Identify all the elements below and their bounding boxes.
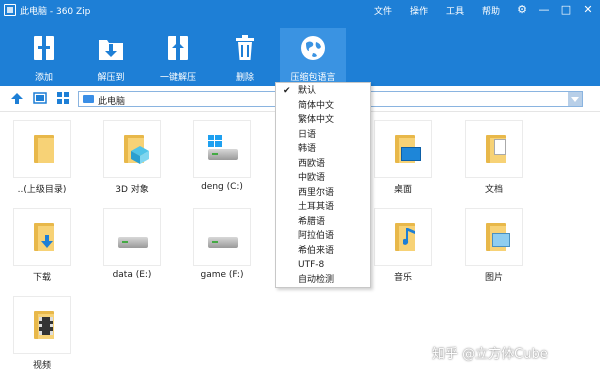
file-item[interactable]: deng (C:) xyxy=(192,120,252,192)
up-arrow-icon[interactable] xyxy=(10,91,24,105)
add-label: 添加 xyxy=(34,73,53,83)
add-button[interactable]: 添加 xyxy=(12,30,76,84)
file-item[interactable]: data (E:) xyxy=(102,208,162,280)
file-name: 视频 xyxy=(32,361,51,371)
folder-icon xyxy=(34,135,54,163)
app-icon xyxy=(4,4,16,16)
menu-item-turkish[interactable]: 土耳其语 xyxy=(276,200,370,214)
address-path: 此电脑 xyxy=(98,97,126,107)
file-name: game (F:) xyxy=(200,270,244,280)
computer-icon xyxy=(83,95,94,103)
menu-item-central-european[interactable]: 中欧语 xyxy=(276,171,370,185)
menu-item-cyrillic[interactable]: 西里尔语 xyxy=(276,186,370,200)
file-item[interactable]: 3D 对象 xyxy=(102,120,162,195)
menu-item-greek[interactable]: 希腊语 xyxy=(276,215,370,229)
window-title: 此电脑 - 360 Zip xyxy=(20,7,91,17)
file-item[interactable]: game (F:) xyxy=(192,208,252,280)
extract-to-icon xyxy=(99,40,123,60)
file-item[interactable]: 图片 xyxy=(464,208,524,283)
menu-item-utf8[interactable]: UTF-8 xyxy=(276,258,370,272)
menu-item-arabic[interactable]: 阿拉伯语 xyxy=(276,229,370,243)
maximize-button[interactable]: □ xyxy=(556,2,576,18)
delete-button[interactable]: 删除 xyxy=(213,30,277,84)
menu-operation[interactable]: 操作 xyxy=(410,4,428,17)
minimize-button[interactable]: — xyxy=(534,2,554,18)
file-name: 文档 xyxy=(484,185,503,195)
menu-item-japanese[interactable]: 日语 xyxy=(276,128,370,142)
file-item[interactable]: 音乐 xyxy=(373,208,433,283)
file-name: data (E:) xyxy=(112,270,152,280)
drive-icon xyxy=(208,237,238,248)
add-archive-icon xyxy=(34,36,54,60)
close-button[interactable]: ✕ xyxy=(578,2,598,18)
file-name: 图片 xyxy=(484,273,503,283)
file-name: deng (C:) xyxy=(201,182,243,192)
trash-icon xyxy=(236,35,254,60)
drive-icon xyxy=(118,237,148,248)
archive-language-menu: ✔ 默认 简体中文 繁体中文 日语 韩语 西欧语 中欧语 西里尔语 土耳其语 希腊… xyxy=(275,82,371,288)
menu-item-korean[interactable]: 韩语 xyxy=(276,142,370,156)
check-icon: ✔ xyxy=(283,86,291,96)
menu-tools[interactable]: 工具 xyxy=(446,4,464,17)
one-click-extract-button[interactable]: 一键解压 xyxy=(146,30,210,84)
file-name: 音乐 xyxy=(393,273,412,283)
menu-help[interactable]: 帮助 xyxy=(482,4,500,17)
extract-to-label: 解压到 xyxy=(97,73,125,83)
file-name: 下载 xyxy=(32,273,51,283)
watermark: 知乎 @立方体Cube xyxy=(432,347,548,362)
file-item[interactable]: 下载 xyxy=(12,208,72,283)
file-name: 桌面 xyxy=(393,185,412,195)
grid-view-icon[interactable] xyxy=(56,91,70,105)
file-item[interactable]: ..(上级目录) xyxy=(12,120,72,195)
file-item[interactable]: 视频 xyxy=(12,296,72,371)
menu-file[interactable]: 文件 xyxy=(374,4,392,17)
file-item[interactable]: 桌面 xyxy=(373,120,433,195)
menu-item-default[interactable]: ✔ 默认 xyxy=(276,84,370,98)
file-item[interactable]: 文档 xyxy=(464,120,524,195)
menu-item-auto-detect[interactable]: 自动检测 xyxy=(276,273,370,287)
one-click-extract-label: 一键解压 xyxy=(159,73,196,83)
extract-to-button[interactable]: 解压到 xyxy=(79,30,143,84)
file-name: ..(上级目录) xyxy=(17,185,67,195)
menu-item-simplified-chinese[interactable]: 简体中文 xyxy=(276,99,370,113)
settings-icon[interactable]: ⚙ xyxy=(512,2,532,18)
menu-item-traditional-chinese[interactable]: 繁体中文 xyxy=(276,113,370,127)
menu-item-western-european[interactable]: 西欧语 xyxy=(276,157,370,171)
windows-drive-icon xyxy=(208,149,238,160)
globe-icon xyxy=(301,36,325,60)
delete-label: 删除 xyxy=(235,73,254,83)
ribbon: 此电脑 - 360 Zip 文件 操作 工具 帮助 ⚙ — □ ✕ 添加 解压到 xyxy=(0,0,600,86)
archive-language-button[interactable]: 压缩包语言 xyxy=(280,28,346,84)
list-view-icon[interactable] xyxy=(33,91,47,105)
one-click-extract-icon xyxy=(168,36,188,60)
address-dropdown-button[interactable] xyxy=(568,92,582,106)
file-name: 3D 对象 xyxy=(115,185,149,195)
title-bar: 此电脑 - 360 Zip 文件 操作 工具 帮助 ⚙ — □ ✕ xyxy=(0,0,600,20)
menu-item-hebrew[interactable]: 希伯来语 xyxy=(276,244,370,258)
